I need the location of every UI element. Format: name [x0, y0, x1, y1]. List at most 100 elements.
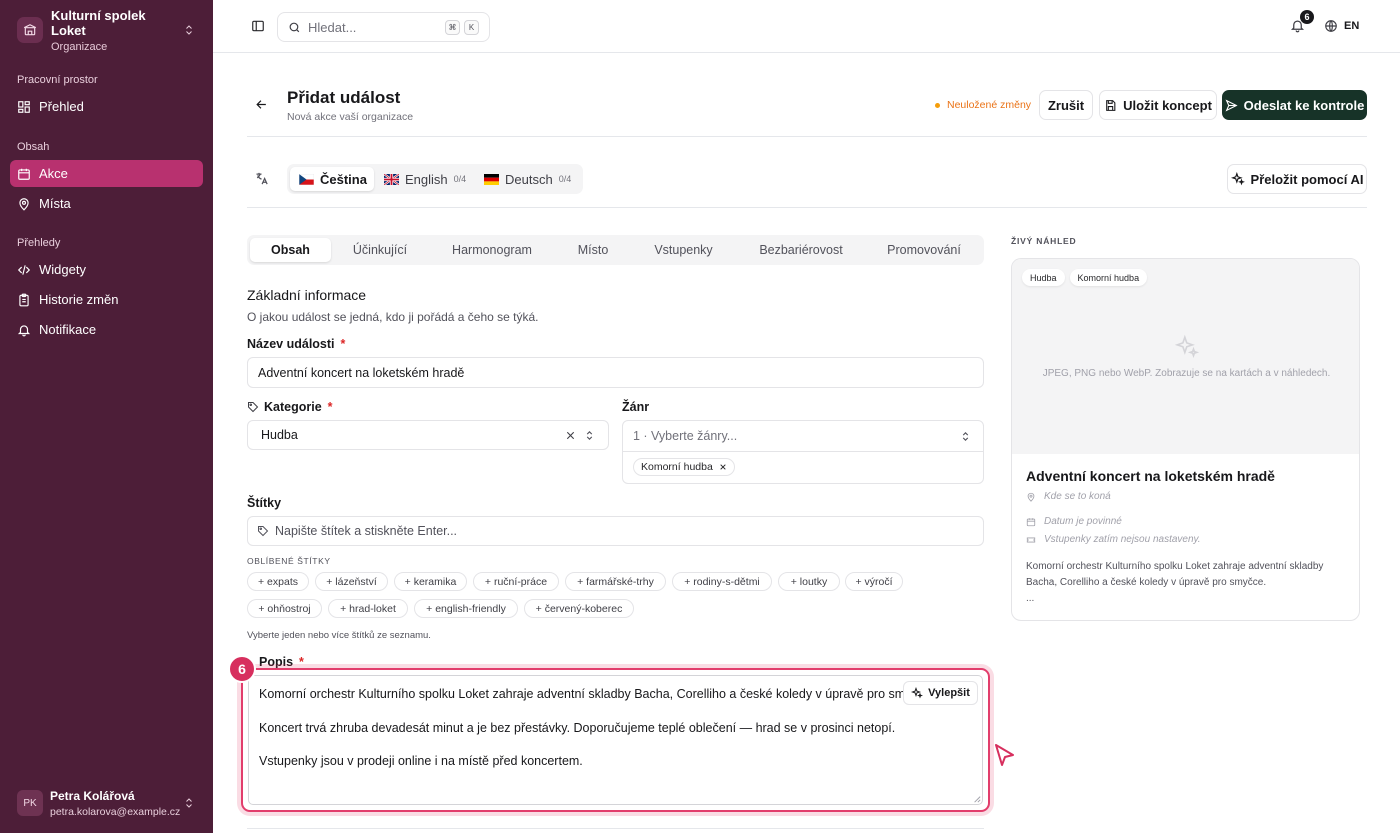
preview-place-text: Kde se to koná — [1044, 491, 1111, 502]
tab-accessibility[interactable]: Bezbariérovost — [746, 238, 856, 262]
step-badge: 6 — [228, 655, 256, 683]
label-text: Název události — [247, 337, 335, 351]
section-title: Základní informace — [247, 287, 367, 303]
save-draft-button[interactable]: Uložit koncept — [1099, 90, 1217, 120]
genre-select-trigger[interactable]: 1 · Vyberte žánry... — [623, 421, 983, 452]
preview-date: Datum je povinné — [1026, 516, 1122, 527]
description-textarea[interactable]: Komorní orchestr Kulturního spolku Loket… — [248, 675, 983, 805]
tab-schedule[interactable]: Harmonogram — [437, 238, 547, 262]
sidebar-item-events[interactable]: Akce — [10, 160, 203, 187]
calendar-icon — [1026, 517, 1036, 526]
kbd-key: K — [464, 19, 479, 35]
preview-card: Hudba Komorní hudba JPEG, PNG nebo WebP.… — [1011, 258, 1360, 621]
user-menu[interactable]: PK Petra Kolářová petra.kolarova@example… — [10, 782, 203, 824]
topbar: Hledat... ⌘ K 6 EN — [213, 0, 1400, 53]
favorite-tag[interactable]: + ohňostroj — [247, 599, 322, 618]
tags-input[interactable]: Napište štítek a stiskněte Enter... — [247, 516, 984, 546]
sidebar-item-label: Widgety — [39, 262, 86, 277]
sidebar-item-label: Historie změn — [39, 292, 119, 307]
favorite-tag[interactable]: + keramika — [394, 572, 467, 591]
form-tabs: Obsah Účinkující Harmonogram Místo Vstup… — [247, 235, 984, 265]
favorite-tag[interactable]: + rodiny-s-dětmi — [672, 572, 772, 591]
remove-chip-icon[interactable] — [719, 463, 727, 471]
tab-place[interactable]: Místo — [558, 238, 628, 262]
nav-section-content: Obsah — [17, 141, 50, 153]
resize-handle-icon[interactable] — [973, 795, 981, 803]
label-text: Kategorie — [264, 400, 322, 414]
sidebar-item-widgets[interactable]: Widgety — [10, 256, 203, 283]
tab-lang-cs[interactable]: Čeština — [290, 167, 374, 191]
tab-content[interactable]: Obsah — [250, 238, 331, 262]
chevrons-up-down-icon — [186, 25, 192, 35]
tab-promotion[interactable]: Promovování — [874, 238, 974, 262]
notification-badge: 6 — [1300, 10, 1314, 24]
language-tabs: Čeština English 0/4 Deutsch 0/4 — [287, 164, 583, 194]
flag-cz-icon — [299, 173, 314, 185]
submit-for-review-button[interactable]: Odeslat ke kontrole — [1222, 90, 1367, 120]
genre-chip: Komorní hudba — [633, 458, 735, 476]
translate-ai-button[interactable]: Přeložit pomocí AI — [1227, 164, 1367, 194]
favorite-tag[interactable]: + farmářské-trhy — [565, 572, 666, 591]
favorite-tag[interactable]: + lázeňství — [315, 572, 388, 591]
org-switcher[interactable]: Kulturní spolek Loket Organizace — [10, 8, 203, 53]
label-text: Popis — [259, 655, 294, 669]
favorite-tag[interactable]: + loutky — [778, 572, 840, 591]
sidebar-item-notifications[interactable]: Notifikace — [10, 316, 203, 343]
sidebar-item-overview[interactable]: Přehled — [10, 93, 203, 120]
back-arrow-icon[interactable] — [255, 98, 268, 111]
page-title: Přidat událost — [287, 88, 401, 107]
tab-performers[interactable]: Účinkující — [335, 238, 425, 262]
sparkles-icon — [911, 687, 924, 699]
section-subtitle: O jakou událost se jedná, kdo ji pořádá … — [247, 310, 539, 324]
clipboard-list-icon — [19, 293, 29, 306]
tag-icon — [248, 402, 259, 413]
user-name: Petra Kolářová — [50, 788, 135, 803]
category-select[interactable]: Hudba — [247, 420, 609, 450]
genre-multiselect[interactable]: 1 · Vyberte žánry... Komorní hudba — [622, 420, 984, 484]
tab-lang-label: Čeština — [320, 171, 367, 187]
tab-lang-en[interactable]: English 0/4 — [375, 167, 475, 191]
sidebar-item-label: Přehled — [39, 99, 84, 114]
preview-tickets-text: Vstupenky zatím nejsou nastaveny. — [1044, 534, 1201, 545]
ticket-icon — [1026, 537, 1036, 542]
translation-progress: 0/4 — [558, 174, 572, 184]
sidebar-item-places[interactable]: Místa — [10, 190, 203, 217]
favorite-tag[interactable]: + ruční-práce — [473, 572, 559, 591]
favorite-tag[interactable]: + červený-koberec — [524, 599, 634, 618]
dashboard-icon — [18, 100, 30, 113]
tags-placeholder: Napište štítek a stiskněte Enter... — [275, 524, 458, 538]
genre-placeholder: 1 · Vyberte žánry... — [633, 429, 738, 443]
favorite-tag[interactable]: + hrad-loket — [328, 599, 408, 618]
save-icon — [1106, 99, 1116, 111]
unsaved-label: Neuložené změny — [947, 99, 1032, 111]
favorite-tag[interactable]: + expats — [247, 572, 309, 591]
preview-chip: Komorní hudba — [1069, 269, 1148, 286]
language-switcher[interactable]: EN — [1324, 19, 1359, 33]
favorite-tag[interactable]: + výročí — [845, 572, 903, 591]
divider — [247, 207, 1367, 208]
sidebar-item-history[interactable]: Historie změn — [10, 286, 203, 313]
preview-tickets: Vstupenky zatím nejsou nastaveny. — [1026, 534, 1201, 545]
description-label: Popis * — [259, 655, 304, 669]
language-code: EN — [1344, 20, 1360, 32]
flag-de-icon — [484, 173, 499, 185]
tab-lang-de[interactable]: Deutsch 0/4 — [475, 167, 580, 191]
preview-date-text: Datum je povinné — [1044, 516, 1122, 527]
tags-hint: Vyberte jeden nebo více štítků ze seznam… — [247, 630, 431, 641]
description-focus-ring: Komorní orchestr Kulturního spolku Loket… — [241, 668, 990, 812]
chevrons-up-down-icon — [186, 798, 192, 808]
event-name-input[interactable]: Adventní koncert na loketském hradě — [247, 357, 984, 388]
favorite-tag[interactable]: + english-friendly — [414, 599, 518, 618]
preview-place: Kde se to koná — [1026, 491, 1111, 502]
genre-chip-label: Komorní hudba — [641, 461, 713, 473]
kbd-key: ⌘ — [445, 19, 460, 35]
search-input[interactable]: Hledat... ⌘ K — [277, 12, 490, 42]
clear-icon[interactable] — [565, 430, 576, 441]
improve-button[interactable]: Vylepšit — [903, 681, 978, 705]
sidebar: Kulturní spolek Loket Organizace Pracovn… — [0, 0, 213, 833]
tab-tickets[interactable]: Vstupenky — [641, 238, 726, 262]
sidebar-item-label: Místa — [39, 196, 71, 211]
sidebar-toggle-icon[interactable] — [251, 19, 265, 33]
map-pin-icon — [1027, 492, 1035, 502]
cancel-button[interactable]: Zrušit — [1039, 90, 1093, 120]
